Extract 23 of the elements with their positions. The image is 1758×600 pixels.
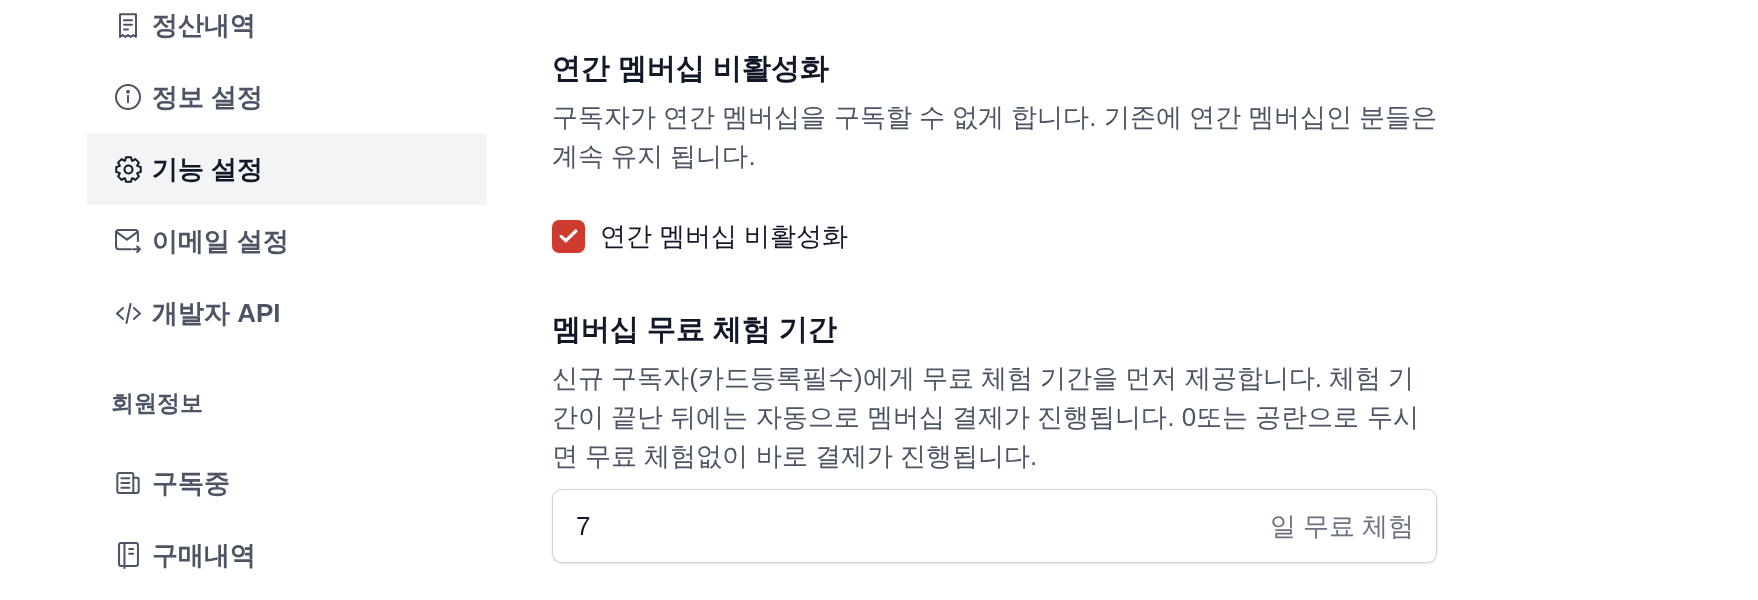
gear-icon [114, 155, 142, 183]
sidebar-item[interactable]: 이메일 설정 [87, 205, 487, 277]
mail-icon [115, 229, 141, 253]
setting-description: 구독자가 연간 멤버십을 구독할 수 없게 합니다. 기존에 연간 멤버십인 분들은 계속 유지 됩니다. [552, 101, 1439, 173]
code-icon [115, 302, 141, 324]
check-icon [559, 229, 578, 243]
sidebar-item[interactable]: 개발자 API [87, 277, 487, 349]
sidebar-item[interactable]: 정보 설정 [87, 61, 487, 133]
checkbox[interactable] [552, 219, 585, 253]
checkbox-label[interactable]: 연간 멤버십 비활성화 [600, 216, 849, 256]
setting-title: 연간 멤버십 비활성화 [552, 51, 830, 86]
unit-label: 일 무료 체험 [1269, 509, 1414, 543]
notebook-icon [117, 541, 139, 569]
setting-title: 멤버십 무료 체험 기간 [552, 312, 838, 347]
section-heading: 회원정보 [110, 389, 204, 418]
newspaper-icon [116, 472, 140, 494]
sidebar-item[interactable]: 정산내역 [87, 0, 487, 61]
sidebar-item[interactable]: 구독중 [87, 447, 487, 519]
setting-description: 신규 구독자(카드등록필수)에게 무료 체험 기간을 먼저 제공합니다. 체험 기간이 끝난 뒤에는 자동으로 멤버십 결제가 진행됩니다. 0또는 공란으로 두시면 무료 체험없이 바로 결제가 진행됩니다. [552, 362, 1420, 473]
receipt-icon [119, 12, 137, 38]
info-icon [115, 84, 141, 110]
sidebar-item[interactable]: 기능 설정 [87, 133, 487, 205]
sidebar-item[interactable]: 구매내역 [87, 519, 487, 591]
